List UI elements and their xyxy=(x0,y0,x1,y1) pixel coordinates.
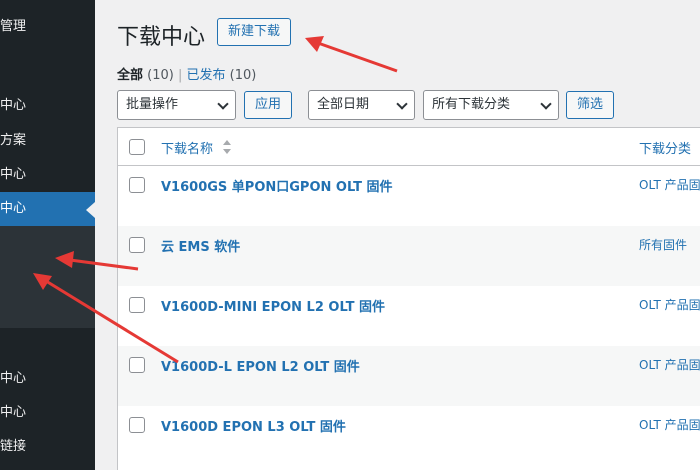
table-row: V1600D EPON L3 OLT 固件 OLT 产品固 xyxy=(118,406,700,466)
row-title-link[interactable]: 云 EMS 软件 xyxy=(161,236,240,255)
column-header-category[interactable]: 下载分类 xyxy=(639,138,691,157)
table-row: V1600D-MINI EPON L2 OLT 固件 OLT 产品固 xyxy=(118,286,700,346)
sidebar-item-center-1[interactable]: 中心 xyxy=(0,89,95,123)
select-all-checkbox[interactable] xyxy=(129,139,145,155)
row-title-link[interactable]: V1600D EPON L3 OLT 固件 xyxy=(161,416,346,435)
row-category-link[interactable]: OLT 产品固 xyxy=(639,356,700,373)
filter-button[interactable]: 筛选 xyxy=(566,91,615,119)
downloads-table: 下载名称 下载分类 V1600GS 单PON口GPON OLT 固件 OLT 产… xyxy=(117,127,700,470)
row-category-link[interactable]: OLT 产品固 xyxy=(639,416,700,433)
row-category-link[interactable]: 所有固件 xyxy=(639,236,687,253)
apply-button[interactable]: 应用 xyxy=(244,91,293,119)
bulk-action-value: 批量操作 xyxy=(126,97,179,112)
row-checkbox[interactable] xyxy=(129,237,145,253)
category-filter-select[interactable]: 所有下载分类 xyxy=(423,90,559,120)
sidebar-item-center-3[interactable]: 中心 xyxy=(0,362,95,396)
sidebar-item-center-4[interactable]: 中心 xyxy=(0,396,95,430)
row-category-link[interactable]: OLT 产品固 xyxy=(639,296,700,313)
view-all-count: (10) xyxy=(147,68,174,83)
sidebar-item-download-center[interactable]: 中心 xyxy=(0,192,95,226)
table-header: 下载名称 下载分类 xyxy=(118,128,700,166)
row-title-link[interactable]: V1600GS 单PON口GPON OLT 固件 xyxy=(161,176,393,195)
view-published-link[interactable]: 已发布 xyxy=(187,68,226,83)
row-checkbox[interactable] xyxy=(129,297,145,313)
status-views: 全部 (10) | 已发布 (10) xyxy=(117,64,256,83)
row-checkbox[interactable] xyxy=(129,357,145,373)
column-header-name[interactable]: 下载名称 xyxy=(161,138,213,157)
sidebar-item-manage[interactable]: 管理 xyxy=(0,10,95,44)
table-row: 云 EMS 软件 所有固件 xyxy=(118,226,700,286)
sidebar-item-center-2[interactable]: 中心 xyxy=(0,158,95,192)
date-filter-select[interactable]: 全部日期 xyxy=(308,90,415,120)
table-row: V1600GS 单PON口GPON OLT 固件 OLT 产品固 xyxy=(118,166,700,226)
row-checkbox[interactable] xyxy=(129,417,145,433)
annotation-arrow-icon xyxy=(305,36,398,73)
sort-arrows-icon[interactable] xyxy=(222,139,232,155)
page-title: 下载中心 xyxy=(117,25,206,50)
row-title-link[interactable]: V1600D-L EPON L2 OLT 固件 xyxy=(161,356,360,375)
chevron-down-icon xyxy=(540,98,552,110)
sidebar-item-solutions[interactable]: 方案 xyxy=(0,124,95,158)
view-published-count: (10) xyxy=(229,68,257,83)
sidebar-item-links[interactable]: 链接 xyxy=(0,430,95,464)
view-separator: | xyxy=(177,68,183,83)
bulk-action-select[interactable]: 批量操作 xyxy=(117,90,236,120)
sidebar-submenu xyxy=(0,226,95,328)
view-all-link[interactable]: 全部 xyxy=(117,68,143,83)
row-checkbox[interactable] xyxy=(129,177,145,193)
row-category-link[interactable]: OLT 产品固 xyxy=(639,176,700,193)
table-row: V1600D-L EPON L2 OLT 固件 OLT 产品固 xyxy=(118,346,700,406)
admin-sidebar: 管理 中心 方案 中心 中心 中心 中心 链接 xyxy=(0,0,95,470)
add-new-download-button[interactable]: 新建下载 xyxy=(217,18,292,46)
date-filter-value: 全部日期 xyxy=(317,97,370,112)
current-menu-pointer-icon xyxy=(86,202,95,218)
chevron-down-icon xyxy=(217,98,229,110)
category-filter-value: 所有下载分类 xyxy=(432,97,511,112)
row-title-link[interactable]: V1600D-MINI EPON L2 OLT 固件 xyxy=(161,296,385,315)
chevron-down-icon xyxy=(396,98,408,110)
